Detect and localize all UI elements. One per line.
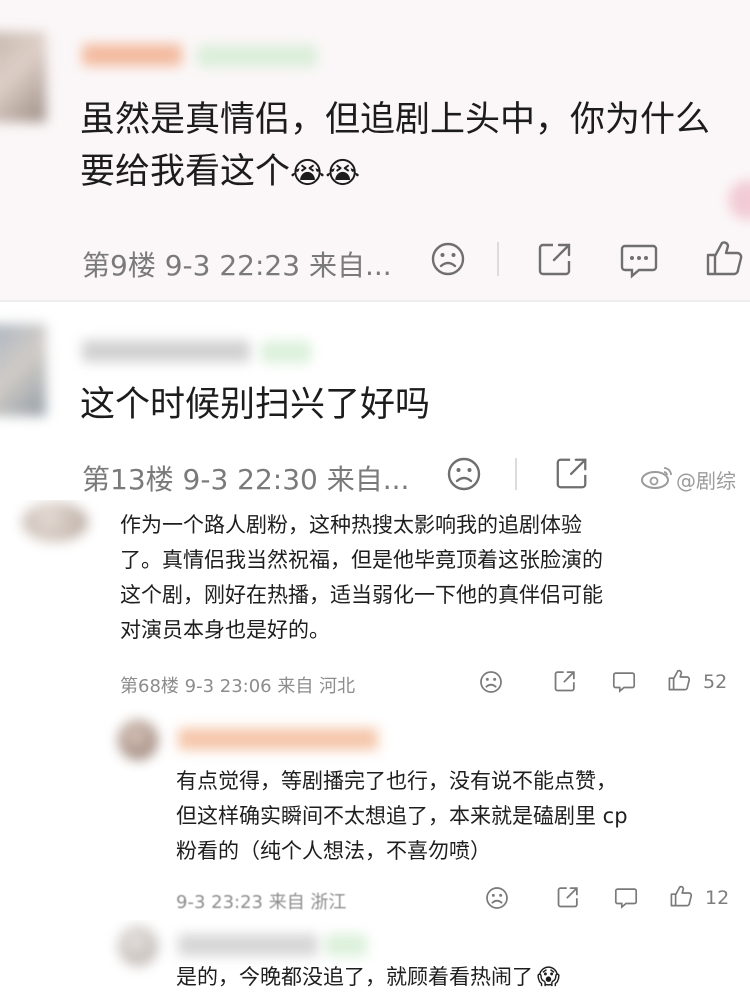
share-icon[interactable] xyxy=(536,240,574,278)
floor-meta: 第9楼 9-3 22:23 来自... xyxy=(82,249,392,282)
comment-icon[interactable] xyxy=(614,886,638,909)
comment-text-line-3: 这个剧，刚好在热播，适当弱化一下他的真伴侣可能 xyxy=(120,583,603,607)
share-icon[interactable] xyxy=(554,455,590,491)
reply-2: 是的，今晚都没追了，就顾着看热闹了 😱 xyxy=(0,920,750,1000)
shocked-emoji: 😱 xyxy=(537,965,560,990)
divider xyxy=(515,458,517,490)
comment-text-line-4: 对演员本身也是好的。 xyxy=(120,618,330,642)
watermark: @剧综 xyxy=(676,469,736,493)
comment-text-line-2: 了。真情侣我当然祝福，但是他毕竟顶着这张脸演的 xyxy=(120,548,603,572)
weibo-logo-icon xyxy=(641,467,672,489)
reply-1: 有点觉得，等剧播完了也行，没有说不能点赞， 但这样确实瞬间不太想追了，本来就是磕… xyxy=(0,708,750,920)
comment-9: 虽然是真情侣，但追剧上头中，你为什么 要给我看这个😭😭 第9楼 9-3 22:2… xyxy=(0,0,750,300)
floor-meta: 第68楼 9-3 23:06 来自 河北 xyxy=(120,676,356,697)
reply-text-content: 是的，今晚都没追了，就顾着看热闹了 xyxy=(176,965,533,989)
avatar[interactable] xyxy=(0,324,46,416)
user-badge xyxy=(326,935,366,955)
user-badge xyxy=(262,342,310,362)
comment-icon[interactable] xyxy=(619,241,659,279)
thumbs-up-icon[interactable] xyxy=(704,238,744,278)
avatar[interactable] xyxy=(118,720,158,760)
share-icon[interactable] xyxy=(553,669,577,693)
comment-icon[interactable] xyxy=(612,670,636,693)
like-count: 12 xyxy=(705,887,730,909)
comment-text: 这个时候别扫兴了好吗 xyxy=(80,385,431,425)
username-blurred[interactable] xyxy=(82,340,250,362)
sad-face-icon[interactable] xyxy=(479,670,503,694)
reply-text-line-2: 但这样确实瞬间不太想追了，本来就是磕剧里 cp xyxy=(176,804,628,828)
username-blurred[interactable] xyxy=(178,728,378,750)
share-icon[interactable] xyxy=(556,885,580,909)
sad-face-icon[interactable] xyxy=(485,886,509,910)
username-blurred[interactable] xyxy=(82,44,182,66)
sticker-decoration xyxy=(728,180,750,220)
divider xyxy=(497,242,499,276)
comment-text-line-1: 虽然是真情侣，但追剧上头中，你为什么 xyxy=(80,100,711,140)
crying-emoji: 😭😭 xyxy=(290,156,361,191)
reply-text-line-1: 有点觉得，等剧播完了也行，没有说不能点赞， xyxy=(176,769,617,793)
thumbs-up-icon[interactable] xyxy=(667,668,691,692)
reply-meta: 9-3 23:23 来自 浙江 xyxy=(176,892,347,913)
avatar[interactable] xyxy=(118,926,158,966)
like-count: 52 xyxy=(703,671,728,693)
sad-face-icon[interactable] xyxy=(446,456,482,492)
sad-face-icon[interactable] xyxy=(430,241,466,277)
reply-text-line-3: 粉看的（纯个人想法，不喜勿喷） xyxy=(176,839,491,863)
username-blurred[interactable] xyxy=(178,934,318,956)
comment-13: 这个时候别扫兴了好吗 第13楼 9-3 22:30 来自... @剧综 xyxy=(0,300,750,500)
avatar[interactable] xyxy=(0,32,46,122)
thumbs-up-icon[interactable] xyxy=(669,884,693,908)
comment-text-line-2: 要给我看这个😭😭 xyxy=(80,144,360,202)
avatar[interactable] xyxy=(22,502,88,542)
reply-text: 是的，今晚都没追了，就顾着看热闹了 😱 xyxy=(176,962,560,993)
comment-text-line-1: 作为一个路人剧粉，这种热搜太影响我的追剧体验 xyxy=(120,513,582,537)
user-badge xyxy=(198,46,316,66)
comment-text: 要给我看这个 xyxy=(80,152,291,192)
comment-68: 作为一个路人剧粉，这种热搜太影响我的追剧体验 了。真情侣我当然祝福，但是他毕竟顶… xyxy=(0,500,750,708)
floor-meta: 第13楼 9-3 22:30 来自... xyxy=(82,463,410,496)
